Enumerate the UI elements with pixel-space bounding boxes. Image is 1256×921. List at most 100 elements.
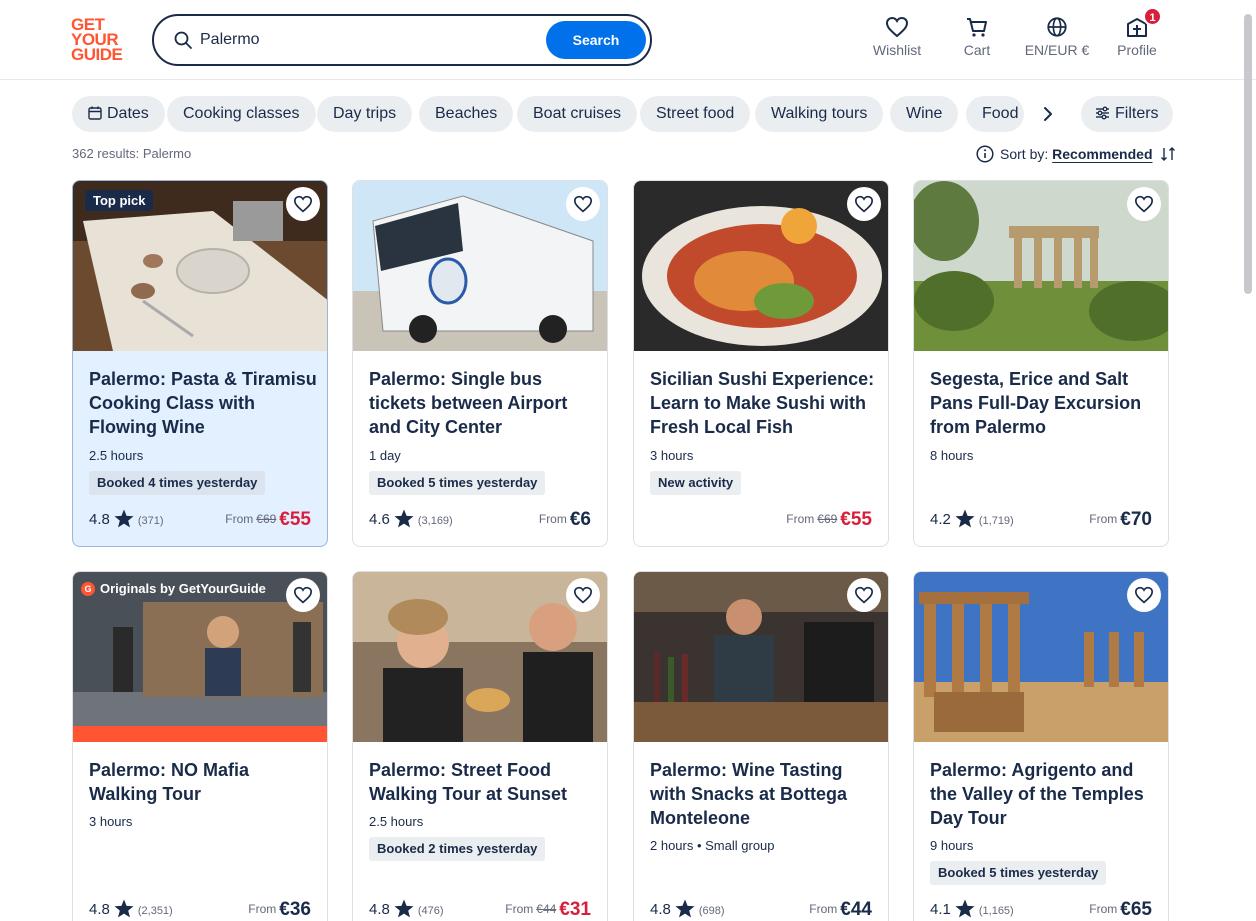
- sort-control[interactable]: Sort by: Recommended: [976, 145, 1176, 163]
- heart-icon: [293, 586, 313, 604]
- star-icon: [955, 509, 975, 528]
- activity-card[interactable]: Palermo: Wine Tasting with Snacks at Bot…: [633, 571, 889, 921]
- info-icon[interactable]: [976, 145, 994, 163]
- activity-card[interactable]: Palermo: Agrigento and the Valley of the…: [913, 571, 1169, 921]
- heart-icon: [854, 586, 874, 604]
- activity-card[interactable]: G Originals by GetYourGuide Palermo: NO M…: [72, 571, 328, 921]
- price-from: From: [538, 512, 567, 526]
- wishlist-button[interactable]: [566, 187, 600, 221]
- chevron-right-icon[interactable]: [1035, 101, 1061, 127]
- activity-card[interactable]: Palermo: Street Food Walking Tour at Sun…: [352, 571, 608, 921]
- activity-rating: 4.8 (371): [89, 509, 164, 528]
- activity-title[interactable]: Palermo: NO Mafia Walking Tour: [89, 758, 317, 806]
- chip-label: Boat cruises: [533, 105, 622, 122]
- activity-title[interactable]: Palermo: Pasta & Tiramisu Cooking Class …: [89, 367, 317, 439]
- page-scrollbar-thumb[interactable]: [1244, 14, 1252, 294]
- wishlist-button[interactable]: [847, 187, 881, 221]
- chip-wine[interactable]: Wine: [890, 96, 959, 132]
- activity-title[interactable]: Sicilian Sushi Experience: Learn to Make…: [650, 367, 878, 439]
- review-count: (1,719): [978, 515, 1014, 527]
- review-count: (2,351): [137, 905, 173, 917]
- price-value: €36: [279, 899, 311, 920]
- star-icon: [675, 899, 695, 918]
- chip-cooking-classes[interactable]: Cooking classes: [167, 96, 316, 132]
- globe-icon: [1047, 17, 1067, 37]
- getyourguide-logo[interactable]: GET YOUR GUIDE: [71, 16, 131, 63]
- chip-dates-label: Dates: [107, 105, 149, 122]
- chip-label: Beaches: [435, 105, 498, 122]
- star-icon: [394, 509, 414, 528]
- activity-duration: 9 hours: [930, 838, 974, 853]
- booked-badge: Booked 2 times yesterday: [369, 837, 546, 861]
- price-value: €6: [569, 509, 591, 530]
- chip-dates[interactable]: Dates: [72, 96, 165, 132]
- chip-boat-cruises[interactable]: Boat cruises: [517, 96, 638, 132]
- originals-color-bar: [73, 726, 327, 742]
- activity-duration: 8 hours: [930, 448, 974, 463]
- nav-cart[interactable]: Cart: [937, 16, 1017, 58]
- activity-price: From €44: [809, 899, 872, 921]
- price-value: €70: [1120, 509, 1152, 530]
- activity-card[interactable]: Palermo: Single bus tickets between Airp…: [352, 180, 608, 547]
- wishlist-button[interactable]: [847, 578, 881, 612]
- heart-icon: [573, 586, 593, 604]
- chip-food[interactable]: Food: [966, 96, 1024, 132]
- chip-beaches[interactable]: Beaches: [419, 96, 514, 132]
- activity-duration: 3 hours: [650, 448, 694, 463]
- activity-card[interactable]: Top pick Palermo: Pasta & Tiramisu Cooki…: [72, 180, 328, 547]
- activity-title[interactable]: Palermo: Agrigento and the Valley of the…: [930, 758, 1158, 830]
- star-icon: [114, 509, 134, 528]
- filters-label: Filters: [1115, 105, 1159, 122]
- activity-title[interactable]: Segesta, Erice and Salt Pans Full-Day Ex…: [930, 367, 1158, 439]
- rating-value: 4.8: [650, 901, 671, 918]
- getyourguide-g-icon: G: [81, 582, 95, 596]
- activity-duration: 3 hours: [89, 814, 133, 829]
- activity-rating: 4.1 (1,165): [930, 899, 1014, 918]
- filters-button[interactable]: Filters: [1081, 96, 1173, 132]
- cart-icon: [967, 18, 987, 37]
- search-input[interactable]: [200, 27, 530, 53]
- wishlist-button[interactable]: [1127, 578, 1161, 612]
- heart-icon: [854, 195, 874, 213]
- price-value: €55: [279, 509, 311, 530]
- nav-profile[interactable]: 1 Profile: [1097, 7, 1177, 58]
- activity-card[interactable]: Sicilian Sushi Experience: Learn to Make…: [633, 180, 889, 547]
- activity-title[interactable]: Palermo: Street Food Walking Tour at Sun…: [369, 758, 597, 806]
- chip-walking-tours[interactable]: Walking tours: [755, 96, 884, 132]
- review-count: (3,169): [417, 515, 453, 527]
- search-button[interactable]: Search: [546, 21, 646, 59]
- search-icon: [174, 31, 192, 49]
- chip-day-trips[interactable]: Day trips: [317, 96, 413, 132]
- chip-label: Food: [982, 105, 1019, 122]
- activity-duration: 2.5 hours: [89, 448, 144, 463]
- heart-icon: [885, 16, 909, 38]
- heart-icon: [573, 195, 593, 213]
- review-count: (476): [417, 905, 444, 917]
- wishlist-button[interactable]: [286, 187, 320, 221]
- activity-card[interactable]: Segesta, Erice and Salt Pans Full-Day Ex…: [913, 180, 1169, 547]
- nav-wishlist[interactable]: Wishlist: [857, 16, 937, 58]
- activity-price: From €70: [1089, 509, 1152, 531]
- chip-street-food[interactable]: Street food: [640, 96, 751, 132]
- wishlist-button[interactable]: [286, 578, 320, 612]
- star-icon: [955, 899, 975, 918]
- review-count: (698): [698, 905, 725, 917]
- wishlist-button[interactable]: [1127, 187, 1161, 221]
- price-from: From: [1089, 902, 1118, 916]
- chip-label: Street food: [656, 105, 735, 122]
- rating-value: 4.1: [930, 901, 951, 918]
- activity-rating: 4.6 (3,169): [369, 509, 453, 528]
- sort-value[interactable]: Recommended: [1052, 146, 1152, 162]
- wishlist-button[interactable]: [566, 578, 600, 612]
- activity-title[interactable]: Palermo: Single bus tickets between Airp…: [369, 367, 597, 439]
- sort-arrows-icon: [1161, 147, 1176, 161]
- booked-badge: Booked 5 times yesterday: [369, 471, 546, 495]
- nav-language-currency[interactable]: EN/EUR €: [1017, 16, 1097, 58]
- nav-language-label: EN/EUR €: [1024, 42, 1090, 58]
- price-from: From: [786, 512, 815, 526]
- activity-title[interactable]: Palermo: Wine Tasting with Snacks at Bot…: [650, 758, 878, 830]
- originals-label: Originals by GetYourGuide: [100, 581, 266, 596]
- activity-rating: 4.8 (476): [369, 899, 444, 918]
- star-icon: [114, 899, 134, 918]
- price-from: From: [1089, 512, 1118, 526]
